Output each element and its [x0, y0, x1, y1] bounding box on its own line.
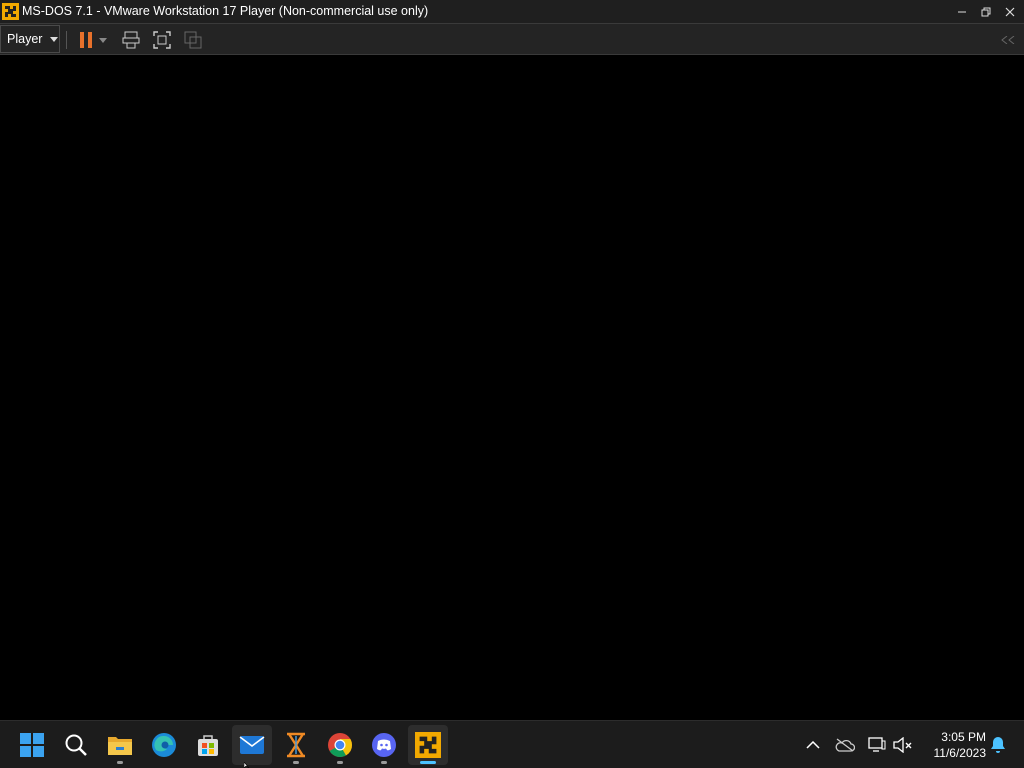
player-toolbar: Player [0, 23, 1024, 55]
collapse-toolbar-button[interactable] [996, 28, 1020, 52]
send-ctrl-alt-del-icon [122, 31, 140, 49]
window-titlebar[interactable]: MS-DOS 7.1 - VMware Workstation 17 Playe… [0, 0, 1024, 23]
vmware-icon [415, 732, 441, 758]
edge-icon [152, 733, 176, 757]
chrome-icon [328, 733, 352, 758]
fullscreen-button[interactable] [150, 28, 174, 52]
network-tray-button[interactable] [865, 733, 889, 757]
taskbar: 3:05 PM 11/6/2023 [0, 720, 1024, 768]
taskbar-edge[interactable] [144, 725, 184, 765]
taskbar-file-explorer[interactable] [100, 725, 140, 765]
running-indicator [381, 761, 387, 764]
search-icon [65, 734, 87, 756]
vm-display[interactable] [0, 55, 1024, 720]
close-icon [1005, 7, 1015, 16]
chevron-up-icon [806, 741, 820, 749]
close-button[interactable] [998, 0, 1022, 23]
start-button[interactable] [12, 725, 52, 765]
windows-start-icon [20, 733, 44, 757]
pause-icon [80, 32, 92, 48]
active-indicator [420, 761, 436, 764]
taskbar-microsoft-store[interactable] [188, 725, 228, 765]
xampp-icon [287, 732, 305, 758]
minimize-icon [958, 11, 966, 12]
network-icon [868, 737, 886, 752]
search-button[interactable] [56, 725, 96, 765]
clock-time: 3:05 PM [941, 730, 986, 744]
restore-button[interactable] [974, 0, 998, 23]
running-indicator [117, 761, 123, 764]
mail-icon [239, 736, 265, 754]
player-menu-label: Player [7, 32, 43, 46]
taskbar-mail[interactable] [232, 725, 272, 765]
notification-bell-icon [991, 737, 1005, 753]
clock-date: 11/6/2023 [933, 746, 987, 760]
folder-icon [108, 737, 132, 755]
fullscreen-icon [153, 31, 171, 49]
store-icon [198, 735, 218, 756]
volume-muted-icon [893, 737, 912, 753]
dropdown-caret-icon [99, 37, 107, 43]
toolbar-separator [66, 31, 67, 49]
unity-button[interactable] [181, 28, 205, 52]
power-options-dropdown[interactable] [96, 28, 110, 52]
onedrive-tray-button[interactable] [833, 733, 857, 757]
running-indicator [293, 761, 299, 764]
discord-icon [372, 733, 396, 757]
restore-icon [981, 7, 991, 16]
volume-tray-button[interactable] [891, 733, 915, 757]
window-title: MS-DOS 7.1 - VMware Workstation 17 Playe… [22, 4, 429, 18]
show-hidden-icons-button[interactable] [801, 733, 825, 757]
chevron-down-icon [50, 36, 59, 42]
minimize-button[interactable] [950, 0, 974, 23]
running-indicator [337, 761, 343, 764]
player-menu-button[interactable]: Player [0, 25, 60, 53]
unity-icon [184, 31, 202, 49]
taskbar-clock[interactable]: 3:05 PM 11/6/2023 [920, 729, 987, 761]
taskbar-vmware[interactable] [408, 725, 448, 765]
mouse-cursor-icon [244, 762, 250, 768]
send-ctrl-alt-del-button[interactable] [119, 28, 143, 52]
taskbar-chrome[interactable] [320, 725, 360, 765]
pause-button[interactable] [74, 28, 98, 52]
taskbar-xampp[interactable] [276, 725, 316, 765]
onedrive-offline-icon [835, 738, 855, 752]
notifications-button[interactable] [986, 733, 1010, 757]
collapse-toolbar-icon [1001, 36, 1015, 44]
vmware-logo-icon [2, 3, 19, 20]
taskbar-discord[interactable] [364, 725, 404, 765]
